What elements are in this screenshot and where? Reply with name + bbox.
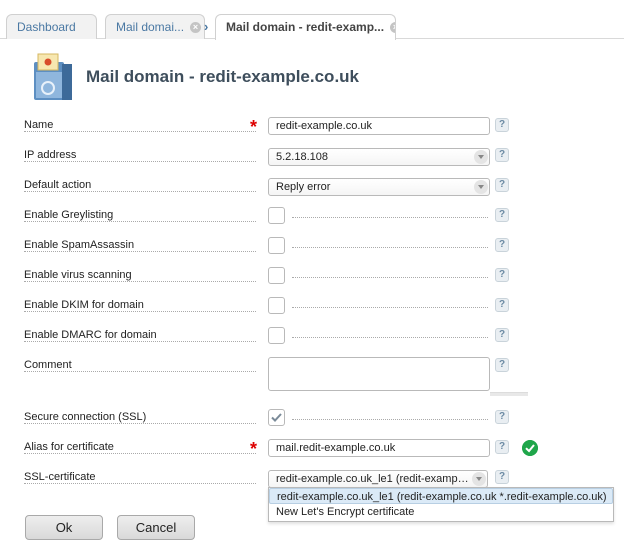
page-title: Mail domain - redit-example.co.uk bbox=[86, 67, 360, 86]
help-icon[interactable]: ? bbox=[495, 358, 509, 372]
greylisting-checkbox[interactable] bbox=[268, 207, 285, 224]
help-icon[interactable]: ? bbox=[495, 470, 509, 484]
label-leader bbox=[24, 341, 256, 342]
tab-dashboard-label: Dashboard bbox=[17, 20, 76, 34]
field-leader bbox=[292, 337, 488, 338]
ssl-certificate-label: SSL-certificate bbox=[24, 471, 98, 483]
tab-mail-domains[interactable]: Mail domai... × bbox=[105, 14, 205, 39]
chevron-down-icon bbox=[472, 472, 486, 486]
required-marker: * bbox=[250, 439, 258, 459]
tab-mail-domain-edit[interactable]: Mail domain - redit-examp... × bbox=[215, 14, 396, 40]
alias-input[interactable]: mail.redit-example.co.uk bbox=[268, 439, 490, 457]
default-action-select[interactable]: Reply error bbox=[268, 178, 490, 196]
label-leader bbox=[24, 131, 256, 132]
close-icon[interactable]: × bbox=[390, 22, 395, 34]
ssl-label: Secure connection (SSL) bbox=[24, 411, 149, 423]
textarea-resize-handle[interactable] bbox=[490, 392, 528, 396]
help-icon[interactable]: ? bbox=[495, 298, 509, 312]
dkim-checkbox[interactable] bbox=[268, 297, 285, 314]
cancel-button[interactable]: Cancel bbox=[117, 515, 195, 540]
spamassassin-label: Enable SpamAssassin bbox=[24, 239, 137, 251]
greylisting-label: Enable Greylisting bbox=[24, 209, 116, 221]
label-leader bbox=[24, 191, 256, 192]
label-leader bbox=[24, 423, 256, 424]
label-leader bbox=[24, 453, 256, 454]
name-input[interactable]: redit-example.co.uk bbox=[268, 117, 490, 135]
dmarc-label: Enable DMARC for domain bbox=[24, 329, 159, 341]
help-icon[interactable]: ? bbox=[495, 410, 509, 424]
help-icon[interactable]: ? bbox=[495, 268, 509, 282]
tab-mail-domain-edit-label: Mail domain - redit-examp... bbox=[226, 20, 385, 34]
tab-mail-domains-label: Mail domai... bbox=[116, 20, 185, 34]
field-leader bbox=[292, 217, 488, 218]
help-icon[interactable]: ? bbox=[495, 440, 509, 454]
name-label: Name bbox=[24, 119, 56, 131]
mail-domain-icon bbox=[34, 53, 72, 100]
ssl-certificate-dropdown: redit-example.co.uk_le1 (redit-example.c… bbox=[268, 487, 614, 522]
help-icon[interactable]: ? bbox=[495, 178, 509, 192]
label-leader bbox=[24, 221, 256, 222]
dkim-label: Enable DKIM for domain bbox=[24, 299, 146, 311]
close-icon[interactable]: × bbox=[190, 22, 202, 34]
chevron-down-icon bbox=[474, 180, 488, 194]
dmarc-checkbox[interactable] bbox=[268, 327, 285, 344]
ip-address-select[interactable]: 5.2.18.108 bbox=[268, 148, 490, 166]
field-leader bbox=[292, 419, 488, 420]
default-action-value: Reply error bbox=[276, 181, 331, 193]
tab-bar: Dashboard Mail domai... × › Mail domain -… bbox=[0, 0, 624, 40]
help-icon[interactable]: ? bbox=[495, 148, 509, 162]
label-leader bbox=[24, 311, 256, 312]
chevron-down-icon bbox=[474, 150, 488, 164]
field-leader bbox=[292, 277, 488, 278]
field-leader bbox=[292, 307, 488, 308]
label-leader bbox=[24, 281, 256, 282]
required-marker: * bbox=[250, 117, 258, 137]
virus-scanning-label: Enable virus scanning bbox=[24, 269, 134, 281]
field-leader bbox=[292, 247, 488, 248]
alias-label: Alias for certificate bbox=[24, 441, 116, 453]
virus-scanning-checkbox[interactable] bbox=[268, 267, 285, 284]
tab-dashboard[interactable]: Dashboard bbox=[6, 14, 97, 39]
label-leader bbox=[24, 483, 256, 484]
ssl-checkbox[interactable] bbox=[268, 409, 285, 426]
help-icon[interactable]: ? bbox=[495, 208, 509, 222]
help-icon[interactable]: ? bbox=[495, 328, 509, 342]
label-leader bbox=[24, 161, 256, 162]
comment-textarea[interactable] bbox=[268, 357, 490, 391]
help-icon[interactable]: ? bbox=[495, 118, 509, 132]
breadcrumb-separator-icon: › bbox=[204, 19, 209, 34]
valid-check-icon bbox=[522, 440, 538, 456]
ip-address-value: 5.2.18.108 bbox=[276, 151, 328, 163]
comment-label: Comment bbox=[24, 359, 74, 371]
ssl-certificate-value: redit-example.co.uk_le1 (redit-example.c… bbox=[276, 473, 488, 485]
dropdown-option[interactable]: redit-example.co.uk_le1 (redit-example.c… bbox=[269, 488, 613, 504]
help-icon[interactable]: ? bbox=[495, 238, 509, 252]
checkmark-icon bbox=[271, 413, 282, 422]
ssl-certificate-select[interactable]: redit-example.co.uk_le1 (redit-example.c… bbox=[268, 470, 488, 488]
ok-button[interactable]: Ok bbox=[25, 515, 103, 540]
dropdown-option[interactable]: New Let's Encrypt certificate bbox=[269, 504, 613, 520]
label-leader bbox=[24, 251, 256, 252]
label-leader bbox=[24, 371, 256, 372]
spamassassin-checkbox[interactable] bbox=[268, 237, 285, 254]
default-action-label: Default action bbox=[24, 179, 94, 191]
ip-address-label: IP address bbox=[24, 149, 79, 161]
